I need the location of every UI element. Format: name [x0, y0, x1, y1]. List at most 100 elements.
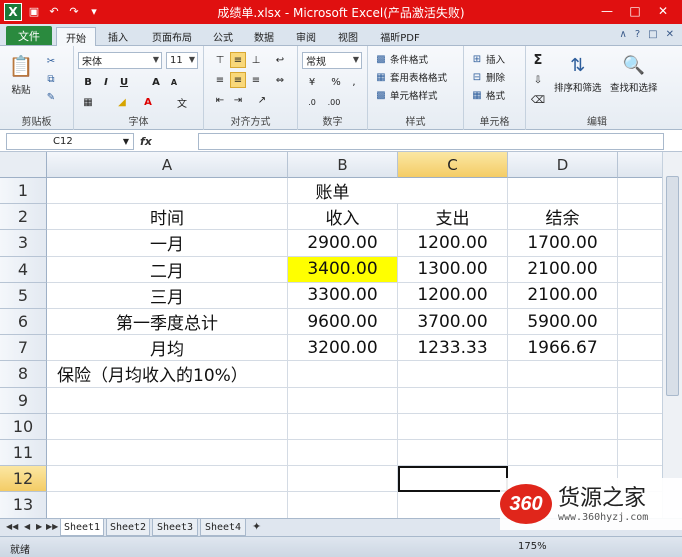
sheet-tab[interactable]: Sheet3 [152, 519, 198, 536]
row-header[interactable]: 2 [0, 204, 47, 231]
table-cell[interactable]: 收入 [288, 204, 398, 231]
shrink-font-icon[interactable]: A [166, 74, 182, 90]
column-header[interactable] [618, 152, 662, 178]
restore-icon[interactable]: □ [648, 29, 657, 40]
table-cell[interactable] [47, 466, 288, 493]
table-cell[interactable]: 二月 [47, 256, 288, 283]
italic-icon[interactable]: I [98, 74, 114, 90]
merge-center-icon[interactable]: ⇔ [272, 72, 288, 88]
table-cell[interactable] [47, 440, 288, 467]
table-cell[interactable] [398, 387, 508, 414]
align-center-icon[interactable]: ≡ [230, 72, 246, 88]
table-cell[interactable]: 1300.00 [398, 256, 508, 283]
increase-decimal-icon[interactable]: .0 [304, 94, 320, 110]
tab-file[interactable]: 文件 [6, 26, 52, 45]
align-middle-icon[interactable]: ≡ [230, 52, 246, 68]
insert-function-icon[interactable]: fx [140, 135, 152, 148]
row-header[interactable]: 9 [0, 387, 47, 414]
percent-icon[interactable]: % [328, 74, 344, 90]
table-cell[interactable] [288, 492, 398, 518]
table-cell[interactable]: 保险（月均收入的10%） [47, 361, 288, 388]
table-cell[interactable] [288, 361, 398, 388]
table-cell[interactable] [508, 387, 618, 414]
row-header[interactable]: 10 [0, 413, 47, 440]
table-cell[interactable]: 1700.00 [508, 230, 618, 257]
number-format-select[interactable]: 常规 ▼ [302, 52, 362, 69]
table-cell[interactable]: 2900.00 [288, 230, 398, 257]
table-cell[interactable] [288, 387, 398, 414]
table-cell[interactable]: 一月 [47, 230, 288, 257]
sort-filter-button[interactable]: ⇅ 排序和筛选 [554, 52, 602, 95]
increase-indent-icon[interactable]: ⇥ [230, 92, 246, 108]
row-header[interactable]: 8 [0, 361, 47, 388]
table-cell[interactable]: 结余 [508, 204, 618, 231]
find-select-button[interactable]: 🔍 查找和选择 [610, 52, 658, 95]
table-cell[interactable] [398, 361, 508, 388]
column-header[interactable]: B [288, 152, 398, 178]
insert-cells-button[interactable]: ⊞ 插入 [470, 52, 505, 67]
fill-color-icon[interactable]: ◢ [114, 94, 130, 110]
table-cell[interactable] [618, 414, 662, 440]
table-cell[interactable] [618, 204, 662, 231]
table-cell[interactable]: 2100.00 [508, 282, 618, 309]
vertical-scrollbar[interactable] [662, 152, 682, 518]
tab-home[interactable]: 开始 [56, 27, 96, 46]
row-header[interactable]: 13 [0, 492, 47, 518]
row-header[interactable]: 11 [0, 440, 47, 467]
row-header[interactable]: 4 [0, 256, 47, 283]
table-cell[interactable] [47, 413, 288, 440]
table-cell[interactable] [47, 387, 288, 414]
table-cell[interactable]: 三月 [47, 282, 288, 309]
table-cell[interactable]: 月均 [47, 335, 288, 362]
paste-button[interactable]: 📋 粘贴 [8, 52, 34, 96]
format-cells-button[interactable]: ▦ 格式 [470, 88, 505, 103]
table-cell[interactable]: 3700.00 [398, 309, 508, 336]
table-cell[interactable] [618, 335, 662, 362]
row-header[interactable]: 6 [0, 309, 47, 336]
phonetic-icon[interactable]: 文 [174, 94, 190, 110]
autosum-icon[interactable]: Σ [530, 52, 546, 68]
table-cell[interactable]: 9600.00 [288, 309, 398, 336]
active-cell[interactable] [398, 466, 508, 493]
column-header[interactable]: D [508, 152, 618, 178]
next-sheet-icon[interactable]: ▶ [36, 522, 42, 531]
last-sheet-icon[interactable]: ▶▶ [46, 522, 58, 531]
table-cell[interactable]: 第一季度总计 [47, 309, 288, 336]
table-cell[interactable] [618, 230, 662, 257]
wrap-text-icon[interactable]: ↩ [272, 52, 288, 68]
table-cell[interactable] [618, 309, 662, 336]
font-name-select[interactable]: 宋体 ▼ [78, 52, 162, 69]
format-as-table-button[interactable]: ▦ 套用表格格式 [374, 70, 447, 85]
sheet-tab[interactable]: Sheet2 [106, 519, 150, 536]
first-sheet-icon[interactable]: ◀◀ [6, 522, 18, 531]
sheet-tab[interactable]: Sheet1 [60, 519, 104, 536]
collapse-ribbon-icon[interactable]: ∧ [620, 29, 627, 40]
row-header[interactable]: 3 [0, 230, 47, 257]
decrease-indent-icon[interactable]: ⇤ [212, 92, 228, 108]
row-header[interactable]: 5 [0, 282, 47, 309]
table-cell[interactable] [618, 361, 662, 388]
column-header[interactable]: A [47, 152, 288, 178]
minimize-icon[interactable]: — [594, 2, 620, 20]
table-cell[interactable] [398, 440, 508, 467]
tab-review[interactable]: 审阅 [288, 27, 324, 46]
decrease-decimal-icon[interactable]: .00 [326, 94, 342, 110]
tab-formulas[interactable]: 公式 [206, 27, 240, 46]
conditional-format-button[interactable]: ▩ 条件格式 [374, 52, 428, 67]
comma-style-icon[interactable]: , [346, 74, 362, 90]
table-cell[interactable]: 1966.67 [508, 335, 618, 362]
table-cell[interactable] [508, 440, 618, 467]
cut-icon[interactable]: ✂ [44, 54, 58, 68]
worksheet-grid[interactable]: A B C D 1 账单 2 时间 收入 支出 结余 3 一月 2900.00 1200.00 170… [0, 152, 662, 518]
maximize-icon[interactable]: □ [622, 2, 648, 20]
font-size-select[interactable]: 11 ▼ [166, 52, 198, 69]
close-icon[interactable]: ✕ [650, 2, 676, 20]
tab-data[interactable]: 数据 [246, 27, 282, 46]
table-cell[interactable] [398, 413, 508, 440]
row-header[interactable]: 1 [0, 178, 47, 205]
table-cell[interactable]: 1200.00 [398, 282, 508, 309]
tab-page-layout[interactable]: 页面布局 [142, 27, 202, 46]
delete-cells-button[interactable]: ⊟ 删除 [470, 70, 505, 85]
tab-foxit-pdf[interactable]: 福昕PDF [372, 27, 428, 46]
select-all-corner[interactable] [0, 152, 47, 178]
